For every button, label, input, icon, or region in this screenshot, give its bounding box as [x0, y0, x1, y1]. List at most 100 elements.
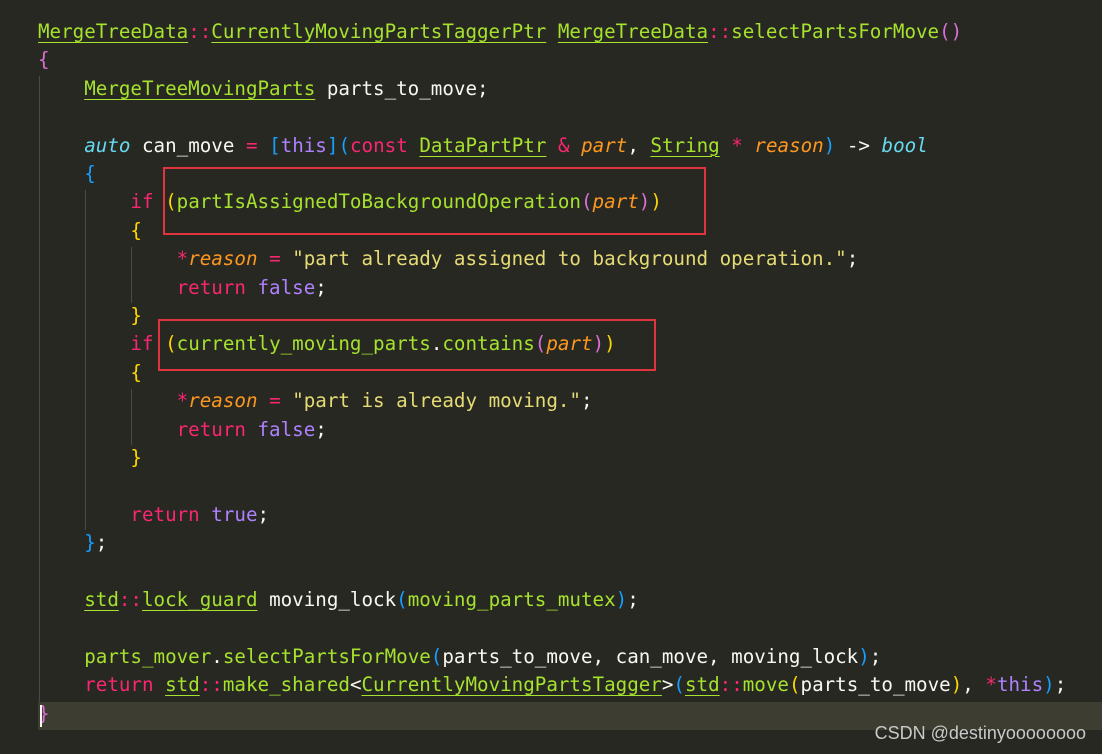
code-token: }: [130, 446, 142, 469]
text-cursor: [40, 705, 42, 727]
code-token: {: [38, 48, 50, 72]
code-token: ::: [188, 20, 212, 43]
code-token: ;: [95, 531, 108, 555]
code-token: ;: [846, 247, 859, 271]
code-editor[interactable]: MergeTreeData::CurrentlyMovingPartsTagge…: [0, 0, 1102, 754]
code-line[interactable]: {: [38, 217, 142, 245]
code-line[interactable]: }: [38, 302, 142, 330]
code-token: selectPartsForMove: [731, 20, 940, 43]
code-token: std: [165, 673, 200, 697]
code-token: >: [661, 673, 674, 697]
code-token: MergeTreeMovingParts: [84, 76, 316, 100]
code-line[interactable]: MergeTreeMovingParts parts_to_move;: [38, 75, 489, 103]
code-line[interactable]: return std::make_shared<CurrentlyMovingP…: [38, 671, 1066, 699]
code-token: ;: [315, 417, 327, 441]
code-token: (: [396, 588, 408, 611]
code-token: }: [130, 304, 142, 327]
code-token: reason: [754, 133, 824, 157]
code-line[interactable]: parts_mover.selectPartsForMove(parts_to_…: [38, 643, 881, 671]
code-token: if: [130, 332, 154, 356]
code-token: parts_mover: [84, 644, 212, 668]
code-line[interactable]: auto can_move = [this](const DataPartPtr…: [38, 132, 928, 160]
code-token: parts_to_move;: [315, 76, 489, 100]
code-line[interactable]: *reason = "part is already moving.";: [38, 387, 593, 415]
code-token: this: [280, 133, 327, 157]
code-line[interactable]: return false;: [38, 416, 327, 444]
code-token: <: [349, 673, 362, 697]
code-token: (: [338, 133, 350, 157]
code-token: ->: [835, 133, 882, 157]
code-line[interactable]: std::lock_guard moving_lock(moving_parts…: [38, 586, 639, 614]
code-token: CurrentlyMovingPartsTaggerPtr: [211, 20, 547, 43]
code-token: bool: [881, 133, 928, 157]
code-token: {: [84, 162, 96, 185]
code-token: =: [269, 389, 281, 413]
annotation-box-moving-parts-check: [158, 319, 656, 371]
code-line[interactable]: {: [38, 46, 50, 74]
code-token: ::: [719, 673, 743, 697]
code-token: selectPartsForMove: [222, 644, 431, 668]
code-token: }: [84, 531, 96, 555]
code-token: ): [858, 644, 870, 668]
code-token: CurrentlyMovingPartsTagger: [361, 673, 662, 697]
code-token: (: [673, 673, 685, 697]
code-token: DataPartPtr: [419, 133, 547, 157]
code-token: ::: [199, 673, 223, 697]
code-token: (): [939, 20, 963, 43]
code-line[interactable]: MergeTreeData::CurrentlyMovingPartsTagge…: [38, 18, 962, 46]
code-line[interactable]: };: [38, 529, 107, 557]
code-token: return: [130, 502, 200, 526]
code-token: *: [731, 133, 743, 157]
code-token: ,: [962, 673, 986, 697]
code-token: moving_parts_mutex: [407, 588, 616, 611]
code-token: ;: [315, 275, 327, 299]
code-token: move: [742, 673, 789, 697]
code-line[interactable]: {: [38, 359, 142, 387]
code-token: return: [176, 417, 246, 441]
code-token: std: [84, 588, 119, 611]
code-token: this: [996, 673, 1044, 697]
code-line[interactable]: return false;: [38, 274, 327, 302]
code-token: "part is already moving.": [292, 389, 581, 413]
code-token: ;: [1054, 673, 1067, 697]
code-token: ;: [869, 644, 882, 668]
code-token: reason: [188, 389, 258, 413]
code-token: moving_lock: [257, 588, 397, 611]
code-token: ): [823, 133, 836, 157]
code-line[interactable]: *reason = "part already assigned to back…: [38, 245, 859, 273]
code-token: part: [581, 133, 628, 157]
code-token: auto: [84, 133, 131, 157]
code-token: MergeTreeData: [38, 20, 189, 43]
code-token: [: [269, 133, 281, 157]
code-token: false: [257, 275, 316, 299]
code-token: parts_to_move, can_move, moving_lock: [442, 644, 859, 668]
code-line[interactable]: return true;: [38, 501, 269, 529]
code-token: ;: [580, 389, 593, 413]
code-token: ::: [708, 20, 732, 43]
code-line[interactable]: }: [38, 444, 142, 472]
code-token: {: [130, 218, 142, 242]
code-token: can_move: [130, 133, 246, 157]
code-line[interactable]: {: [38, 160, 96, 188]
